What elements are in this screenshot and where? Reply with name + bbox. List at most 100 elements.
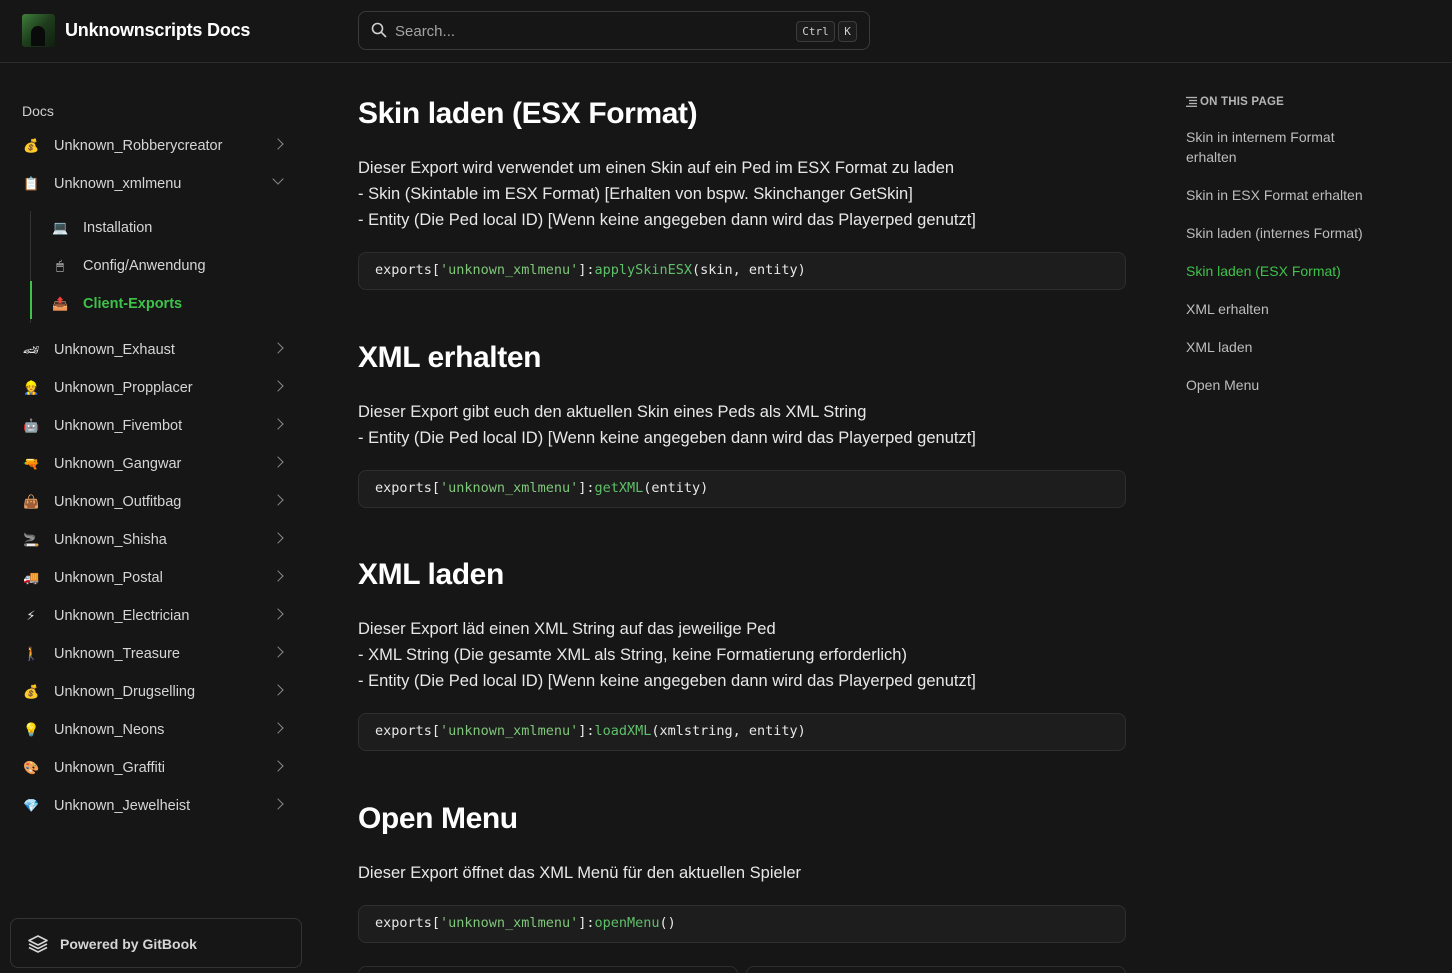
toc-heading-label: ON THIS PAGE: [1200, 96, 1284, 108]
heading-xml-laden[interactable]: XML laden: [358, 558, 504, 592]
paragraph-line: - Entity (Die Ped local ID) [Wenn keine …: [358, 211, 976, 229]
site-title[interactable]: Unknownscripts Docs: [65, 20, 250, 41]
paragraph-line: - Entity (Die Ped local ID) [Wenn keine …: [358, 672, 976, 690]
sidebar-section-title: Docs: [22, 103, 54, 119]
code-function: openMenu: [594, 915, 660, 931]
code-separator: ]:: [578, 262, 595, 278]
sidebar-item-label: Unknown_Drugselling: [54, 684, 196, 700]
toc-item[interactable]: Skin laden (internes Format): [1186, 223, 1386, 243]
site-logo[interactable]: [22, 14, 55, 47]
code-prefix: exports[: [375, 262, 441, 278]
paragraph-line: - XML String (Die gesamte XML als String…: [358, 646, 907, 664]
palette-icon: 🎨: [23, 760, 40, 775]
paragraph-line: Dieser Export wird verwendet um einen Sk…: [358, 159, 955, 177]
sidebar-item-label: Unknown_Outfitbag: [54, 494, 182, 510]
search-icon: [371, 22, 387, 38]
chevron-right-icon[interactable]: [272, 684, 284, 696]
sidebar-item-label: Unknown_Graffiti: [54, 760, 165, 776]
sidebar-item-label: Unknown_Jewelheist: [54, 798, 191, 814]
toc-item[interactable]: XML erhalten: [1186, 299, 1386, 319]
active-indicator: [30, 281, 32, 319]
sidebar-item-robberycreator[interactable]: 💰 Unknown_Robberycreator: [12, 129, 298, 163]
chevron-right-icon[interactable]: [272, 608, 284, 620]
sidebar-item-neons[interactable]: 💡 Unknown_Neons: [12, 713, 298, 747]
sidebar-item-label: Unknown_Neons: [54, 722, 165, 738]
shortcut-k-key: K: [838, 21, 857, 42]
mouse-icon: 🖱: [56, 258, 64, 273]
code-block[interactable]: exports['unknown_xmlmenu']:applySkinESX(…: [358, 252, 1126, 290]
toc-item[interactable]: XML laden: [1186, 337, 1386, 357]
chevron-right-icon[interactable]: [272, 342, 284, 354]
sidebar-item-label: Unknown_xmlmenu: [54, 176, 182, 192]
heading-open-menu[interactable]: Open Menu: [358, 802, 518, 836]
code-function: getXML: [594, 480, 644, 496]
code-prefix: exports[: [375, 480, 441, 496]
chevron-right-icon[interactable]: [272, 570, 284, 582]
sidebar-subitem-label: Config/Anwendung: [83, 258, 206, 274]
sidebar-item-drugselling[interactable]: 💰 Unknown_Drugselling: [12, 675, 298, 709]
code-args: (skin, entity): [692, 262, 806, 278]
light-bulb-icon: 💡: [23, 722, 40, 737]
chevron-right-icon[interactable]: [272, 646, 284, 658]
main-content: Skin laden (ESX Format) Dieser Export wi…: [358, 63, 1126, 973]
sidebar-item-outfitbag[interactable]: 👜 Unknown_Outfitbag: [12, 485, 298, 519]
sidebar-subitem-config[interactable]: 🖱 Config/Anwendung: [42, 249, 299, 283]
sidebar-item-label: Unknown_Gangwar: [54, 456, 182, 472]
chevron-right-icon[interactable]: [272, 760, 284, 772]
sidebar-item-label: Unknown_Postal: [54, 570, 163, 586]
sidebar-item-electrician[interactable]: ⚡ Unknown_Electrician: [12, 599, 298, 633]
code-block[interactable]: exports['unknown_xmlmenu']:getXML(entity…: [358, 470, 1126, 508]
sidebar-item-treasure[interactable]: 🚶 Unknown_Treasure: [12, 637, 298, 671]
search-placeholder[interactable]: Search...: [395, 23, 455, 40]
chevron-right-icon[interactable]: [272, 722, 284, 734]
chevron-down-icon[interactable]: [272, 173, 284, 185]
heading-xml-erhalten[interactable]: XML erhalten: [358, 341, 541, 375]
money-bag-icon: 💰: [23, 138, 40, 153]
sidebar-item-graffiti[interactable]: 🎨 Unknown_Graffiti: [12, 751, 298, 785]
race-car-icon: 🏎: [23, 342, 40, 357]
toc-item-active[interactable]: Skin laden (ESX Format): [1186, 261, 1386, 281]
sidebar-item-jewelheist[interactable]: 💎 Unknown_Jewelheist: [12, 789, 298, 823]
search-box[interactable]: Search... Ctrl K: [358, 11, 870, 50]
chevron-right-icon[interactable]: [272, 494, 284, 506]
sidebar-item-shisha[interactable]: 🚬 Unknown_Shisha: [12, 523, 298, 557]
code-string: 'unknown_xmlmenu': [440, 915, 579, 931]
sidebar-item-label: Unknown_Shisha: [54, 532, 167, 548]
code-args: (xmlstring, entity): [651, 723, 806, 739]
chevron-right-icon[interactable]: [272, 138, 284, 150]
chevron-right-icon[interactable]: [272, 380, 284, 392]
sidebar-item-gangwar[interactable]: 🔫 Unknown_Gangwar: [12, 447, 298, 481]
paragraph-line: - Skin (Skintable im ESX Format) [Erhalt…: [358, 185, 913, 203]
sidebar-subitem-label: Installation: [83, 220, 153, 236]
outbox-tray-icon: 📤: [52, 296, 69, 311]
list-icon: [1186, 96, 1197, 107]
heading-skin-laden-esx[interactable]: Skin laden (ESX Format): [358, 97, 698, 131]
toc-item[interactable]: Open Menu: [1186, 375, 1386, 395]
sidebar-item-fivembot[interactable]: 🤖 Unknown_Fivembot: [12, 409, 298, 443]
next-page-card[interactable]: [746, 966, 1126, 973]
pistol-icon: 🔫: [23, 456, 40, 471]
chevron-right-icon[interactable]: [272, 418, 284, 430]
previous-page-card[interactable]: [358, 966, 738, 973]
shortcut-ctrl-key: Ctrl: [796, 21, 835, 42]
chevron-right-icon[interactable]: [272, 456, 284, 468]
toc-item[interactable]: Skin in ESX Format erhalten: [1186, 185, 1386, 205]
sidebar-item-propplacer[interactable]: 👷 Unknown_Propplacer: [12, 371, 298, 405]
code-block[interactable]: exports['unknown_xmlmenu']:openMenu(): [358, 905, 1126, 943]
powered-by-gitbook-link[interactable]: Powered by GitBook: [10, 918, 302, 968]
code-separator: ]:: [578, 480, 595, 496]
sidebar-subitem-client-exports[interactable]: 📤 Client-Exports: [42, 287, 299, 321]
walking-person-icon: 🚶: [23, 646, 40, 661]
sidebar-item-exhaust[interactable]: 🏎 Unknown_Exhaust: [12, 333, 298, 367]
paragraph-line: Dieser Export gibt euch den aktuellen Sk…: [358, 403, 867, 421]
chevron-right-icon[interactable]: [272, 532, 284, 544]
sidebar-item-postal[interactable]: 🚚 Unknown_Postal: [12, 561, 298, 595]
sidebar-item-xmlmenu[interactable]: 📋 Unknown_xmlmenu: [12, 167, 298, 201]
sidebar-subitem-installation[interactable]: 💻 Installation: [42, 211, 299, 245]
gitbook-icon: [28, 935, 48, 953]
delivery-truck-icon: 🚚: [23, 570, 40, 585]
code-block[interactable]: exports['unknown_xmlmenu']:loadXML(xmlst…: [358, 713, 1126, 751]
sidebar: Docs 💰 Unknown_Robberycreator 📋 Unknown_…: [0, 63, 310, 973]
chevron-right-icon[interactable]: [272, 798, 284, 810]
toc-item[interactable]: Skin in internem Format erhalten: [1186, 127, 1366, 167]
